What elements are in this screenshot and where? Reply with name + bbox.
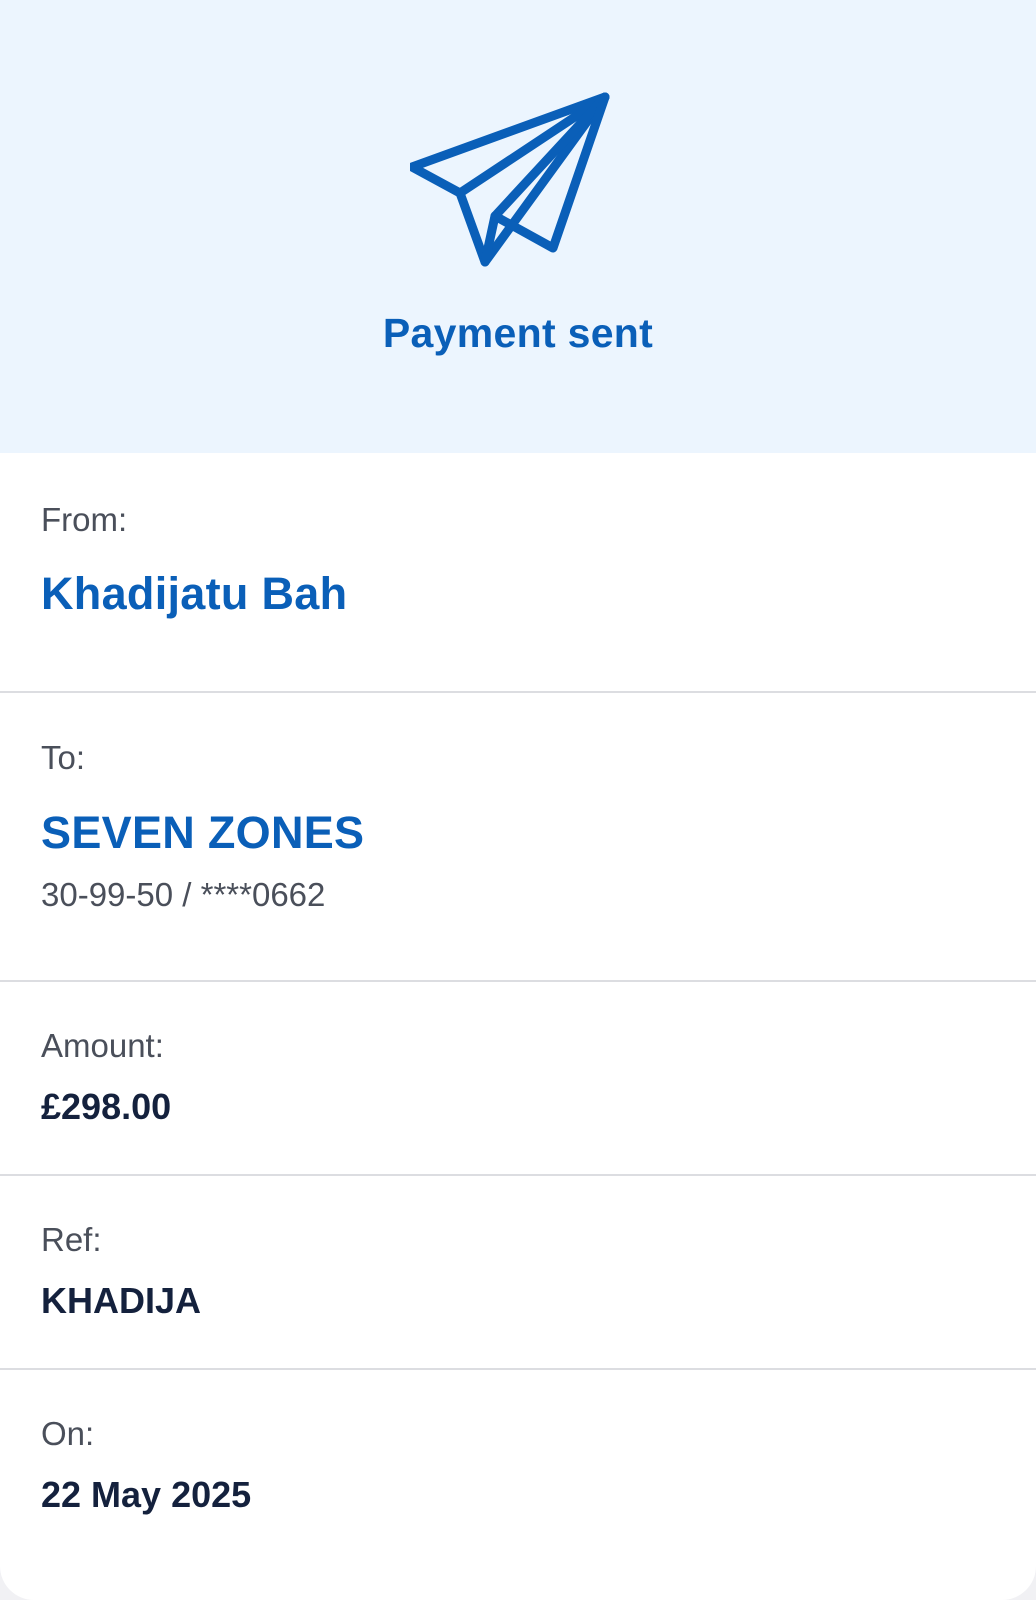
date-label: On:: [41, 1415, 95, 1452]
reference-section: Ref: KHADIJA: [0, 1176, 1036, 1370]
confirmation-header: Payment sent: [0, 0, 1036, 453]
to-label: To:: [41, 739, 86, 776]
paper-plane-icon: [410, 92, 610, 267]
from-label: From:: [41, 501, 128, 538]
payment-confirmation-screen: Payment sent From: Khadijatu Bah To: SEV…: [0, 0, 1036, 1600]
payment-status-title: Payment sent: [382, 310, 654, 356]
amount-label: Amount:: [41, 1027, 164, 1064]
date-section: On: 22 May 2025: [0, 1370, 1036, 1600]
payee-name: SEVEN ZONES: [41, 807, 365, 858]
from-account-holder: Khadijatu Bah: [41, 568, 348, 619]
payment-date: 22 May 2025: [41, 1474, 252, 1515]
payee-account-details: 30-99-50 / ****0662: [41, 876, 326, 913]
reference-value: KHADIJA: [41, 1280, 202, 1321]
reference-label: Ref:: [41, 1221, 102, 1258]
from-section: From: Khadijatu Bah: [0, 453, 1036, 693]
to-section: To: SEVEN ZONES 30-99-50 / ****0662: [0, 693, 1036, 982]
amount-section: Amount: £298.00: [0, 982, 1036, 1176]
amount-value: £298.00: [41, 1086, 172, 1127]
